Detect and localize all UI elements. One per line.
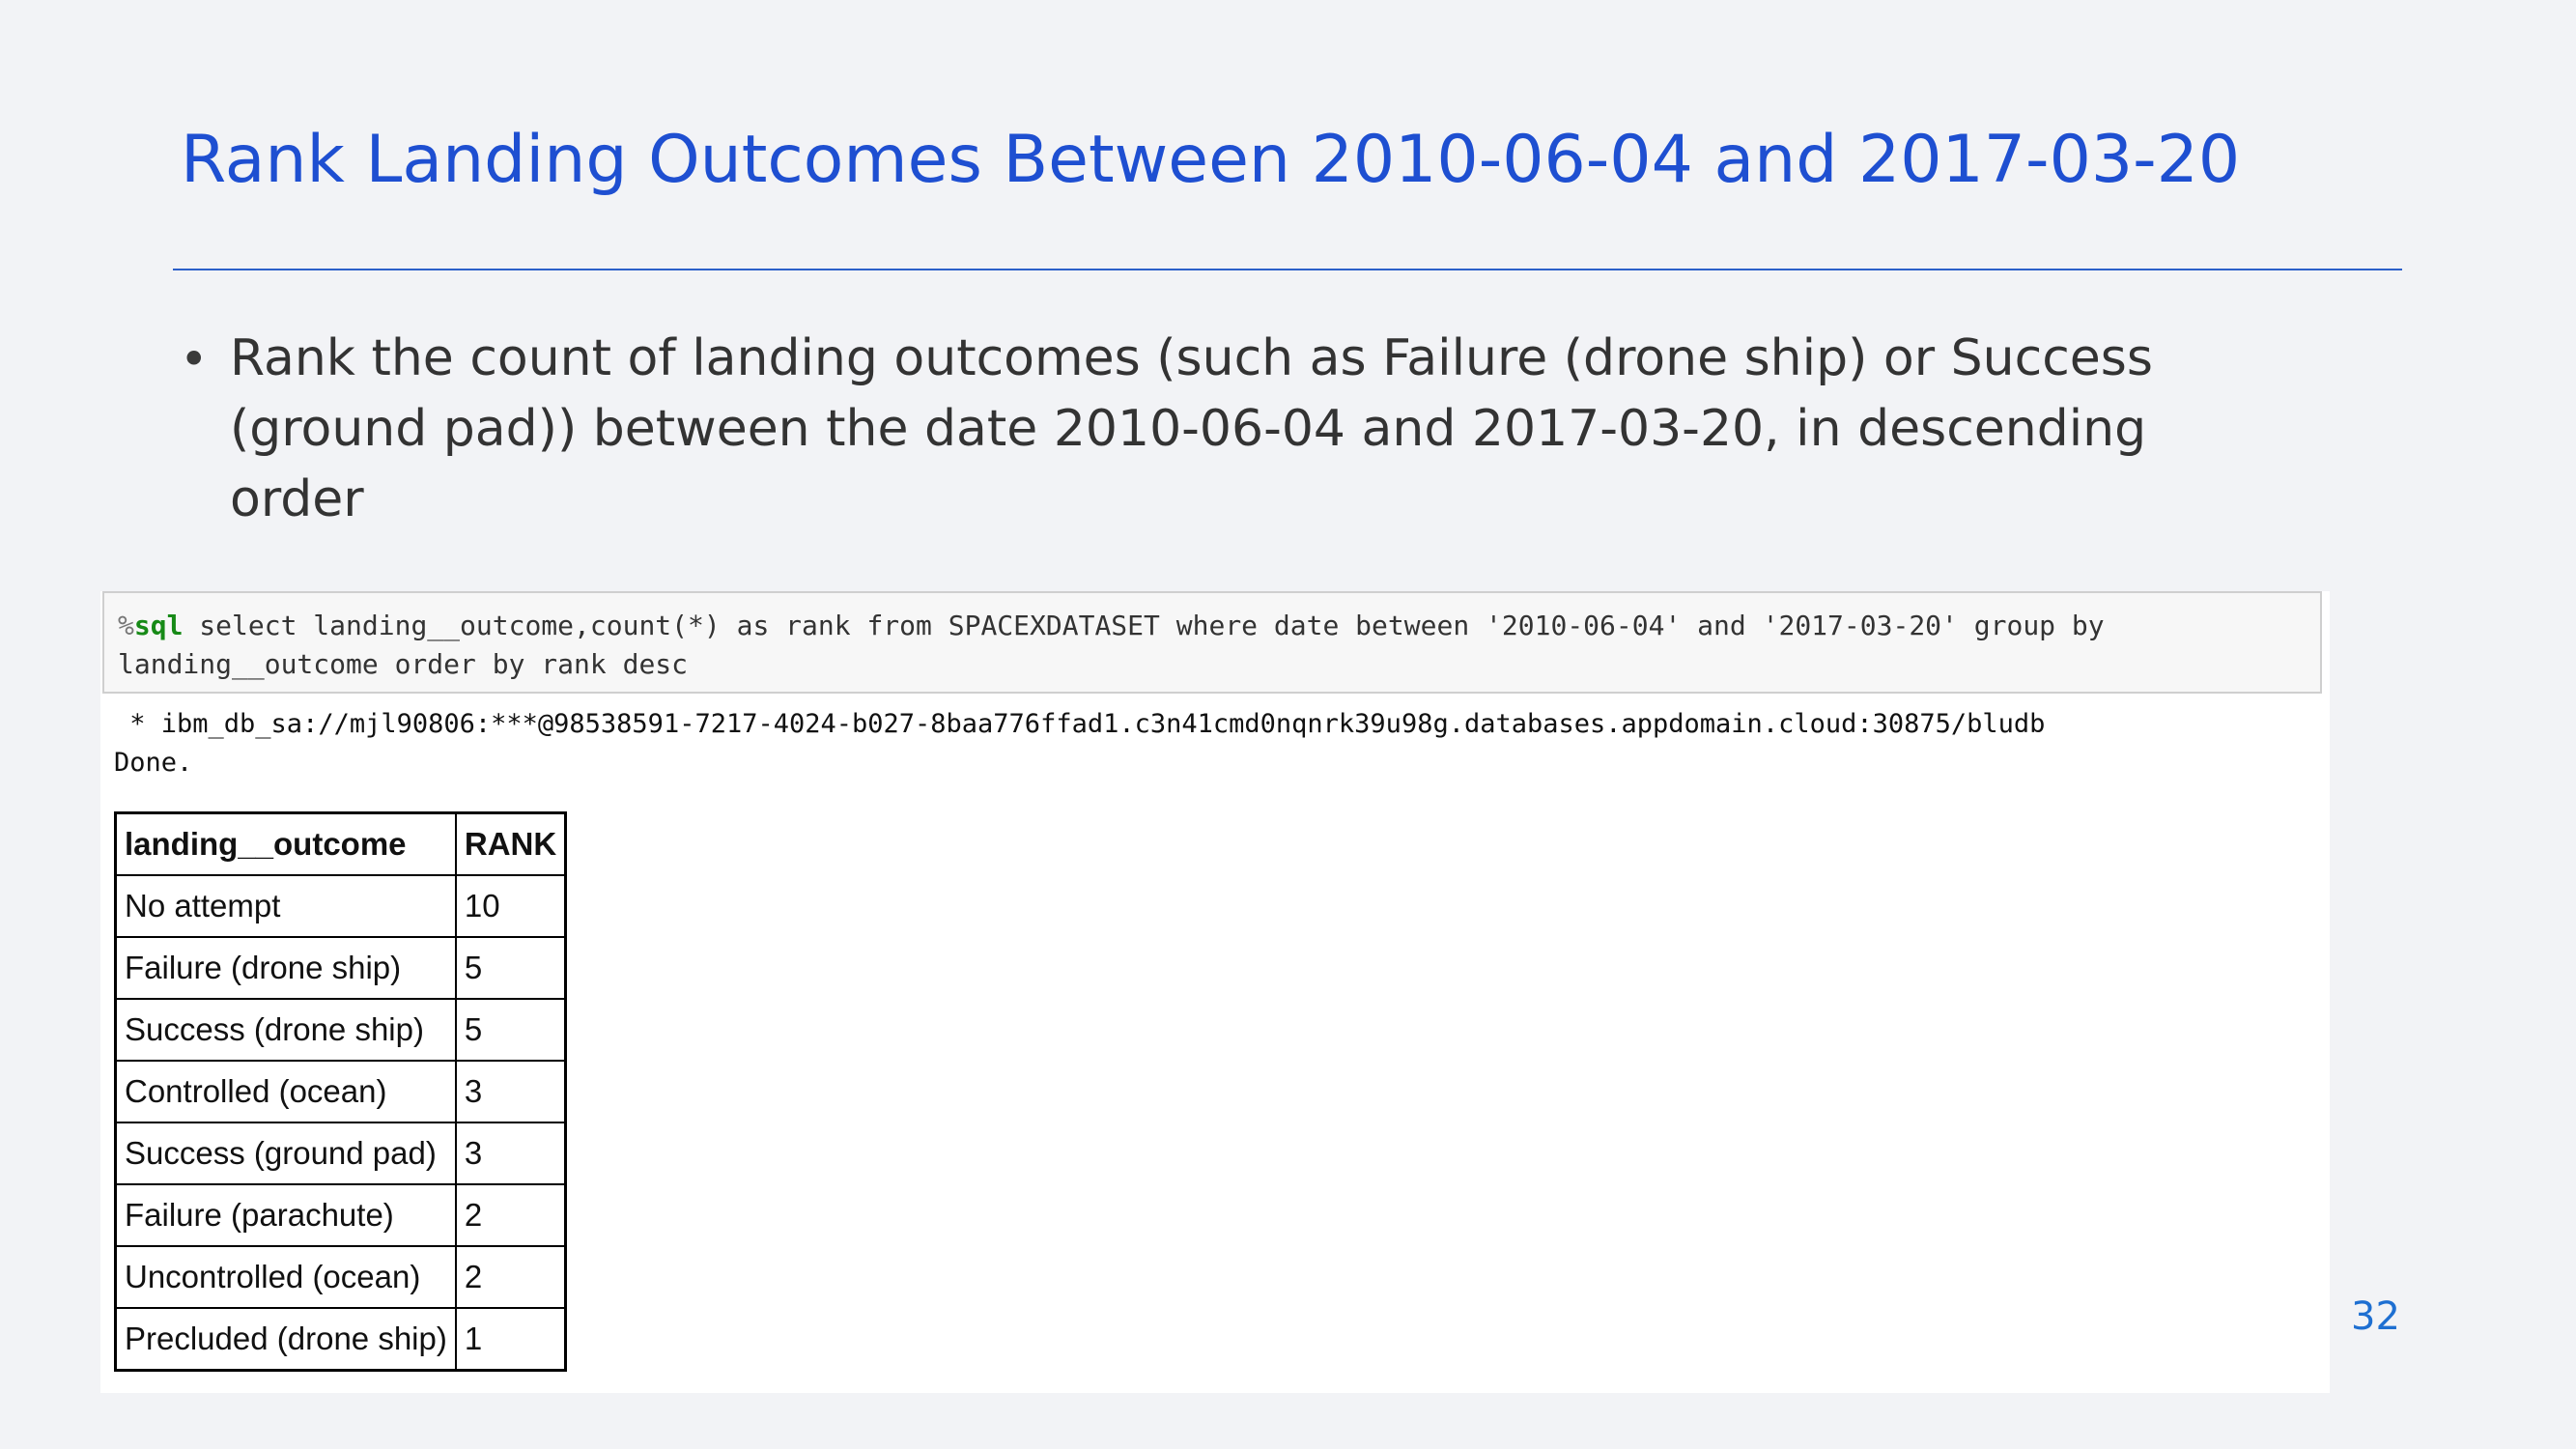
connection-string: * ibm_db_sa://mjl90806:***@98538591-7217… <box>114 709 2046 739</box>
table-row: Precluded (drone ship) 1 <box>114 1307 567 1372</box>
landing-outcome-cell: Success (drone ship) <box>114 998 457 1062</box>
cell-output: * ibm_db_sa://mjl90806:***@98538591-7217… <box>114 705 2316 782</box>
rank-cell: 3 <box>454 1060 567 1123</box>
landing-outcome-cell: No attempt <box>114 874 457 938</box>
table-header-row: landing__outcome RANK <box>114 811 567 876</box>
notebook-screenshot: %sql select landing__outcome,count(*) as… <box>100 591 2330 1393</box>
table-row: Uncontrolled (ocean) 2 <box>114 1245 567 1309</box>
bullet-point-marker: • <box>180 331 209 387</box>
landing-outcome-cell: Controlled (ocean) <box>114 1060 457 1123</box>
bullet-point-text: Rank the count of landing outcomes (such… <box>230 329 2153 528</box>
table-row: Failure (parachute) 2 <box>114 1183 567 1247</box>
rank-cell: 5 <box>454 998 567 1062</box>
sql-code-cell[interactable]: %sql select landing__outcome,count(*) as… <box>102 591 2322 694</box>
query-status: Done. <box>114 748 193 778</box>
result-table: landing__outcome RANK No attempt 10 Fail… <box>114 811 568 1372</box>
landing-outcome-cell: Failure (drone ship) <box>114 936 457 1000</box>
title-divider <box>173 269 2402 270</box>
rank-cell: 3 <box>454 1122 567 1185</box>
table-row: Success (drone ship) 5 <box>114 998 567 1062</box>
table-row: No attempt 10 <box>114 874 567 938</box>
sql-magic-keyword: sql <box>133 610 184 641</box>
page-number: 32 <box>2351 1294 2400 1339</box>
column-header-rank: RANK <box>454 811 567 876</box>
column-header-landing-outcome: landing__outcome <box>114 811 457 876</box>
rank-cell: 2 <box>454 1183 567 1247</box>
sql-query-text: select landing__outcome,count(*) as rank… <box>118 610 2105 680</box>
rank-cell: 5 <box>454 936 567 1000</box>
landing-outcome-cell: Success (ground pad) <box>114 1122 457 1185</box>
slide-title: Rank Landing Outcomes Between 2010-06-04… <box>181 122 2241 198</box>
table-row: Success (ground pad) 3 <box>114 1122 567 1185</box>
landing-outcome-cell: Failure (parachute) <box>114 1183 457 1247</box>
rank-cell: 10 <box>454 874 567 938</box>
landing-outcome-cell: Uncontrolled (ocean) <box>114 1245 457 1309</box>
rank-cell: 1 <box>454 1307 567 1372</box>
landing-outcome-cell: Precluded (drone ship) <box>114 1307 457 1372</box>
table-row: Controlled (ocean) 3 <box>114 1060 567 1123</box>
table-row: Failure (drone ship) 5 <box>114 936 567 1000</box>
sql-magic-prefix: % <box>118 610 134 641</box>
rank-cell: 2 <box>454 1245 567 1309</box>
